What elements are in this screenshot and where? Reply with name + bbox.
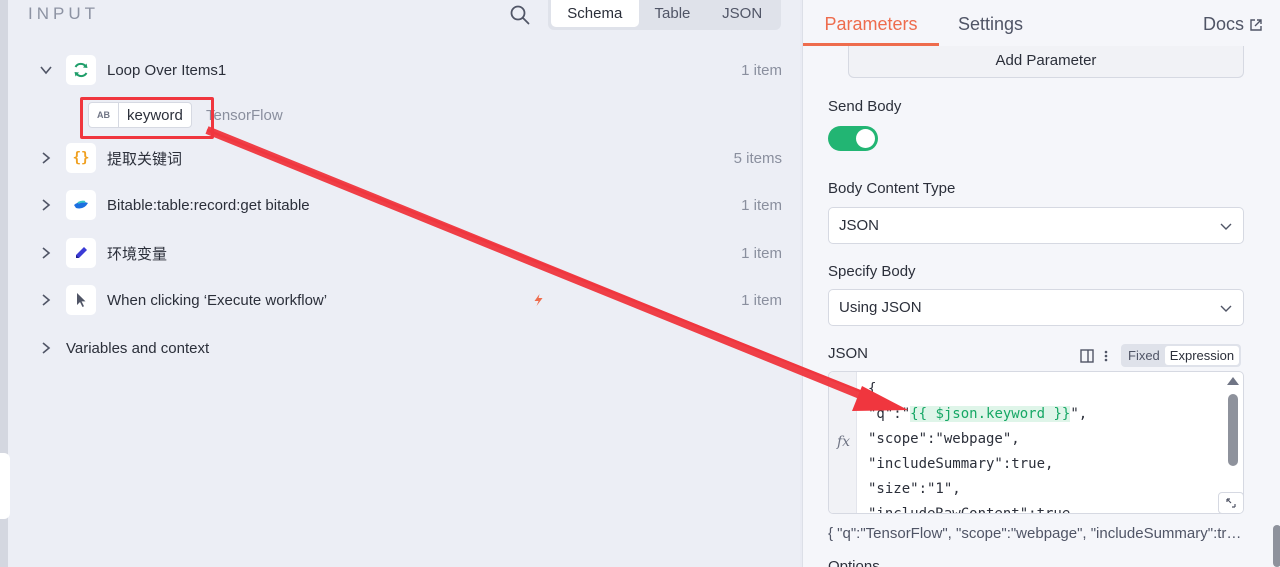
node-row-extract-keywords[interactable]: {} 提取关键词 5 items	[38, 140, 782, 176]
options-label: Options	[828, 558, 880, 567]
code-braces-icon: {}	[66, 143, 96, 173]
node-row-bitable[interactable]: Bitable:table:record:get bitable 1 item	[38, 187, 782, 223]
panel-tabs: Parameters Settings Docs	[803, 0, 1280, 46]
tab-parameters[interactable]: Parameters	[803, 14, 939, 46]
expression-token: {{ $json.keyword }}	[910, 406, 1071, 422]
input-panel: INPUT Schema Table JSON Loop Over Items1…	[0, 0, 800, 567]
body-content-type-select[interactable]: JSON	[828, 207, 1244, 244]
code-line: "includeSummary":true,	[868, 456, 1054, 472]
fixed-expression-switch: Fixed Expression	[1121, 344, 1242, 367]
external-link-icon	[1250, 18, 1262, 31]
docs-label: Docs	[1203, 14, 1245, 34]
node-label: Loop Over Items1	[107, 61, 227, 79]
select-value: JSON	[839, 217, 880, 234]
chevron-down-icon	[1220, 305, 1232, 312]
chevron-right-icon[interactable]	[38, 245, 54, 261]
scroll-up-arrow[interactable]	[1227, 377, 1239, 385]
keyword-field-value: TensorFlow	[206, 107, 283, 124]
panel-scrollbar[interactable]	[1273, 525, 1280, 567]
tab-settings[interactable]: Settings	[958, 14, 1023, 35]
search-icon[interactable]	[509, 4, 531, 26]
expand-editor-button[interactable]	[1218, 492, 1243, 513]
parameters-panel: Parameters Settings Docs Add Parameter S…	[802, 0, 1280, 567]
tab-json[interactable]: JSON	[706, 0, 778, 27]
fx-icon: fx	[837, 434, 851, 450]
node-count: 5 items	[733, 149, 782, 167]
chevron-right-icon[interactable]	[38, 150, 54, 166]
node-row-manual-trigger[interactable]: When clicking ‘Execute workflow’ 1 item	[38, 282, 782, 318]
feishu-icon	[66, 190, 96, 220]
send-body-label: Send Body	[828, 98, 902, 115]
tab-schema[interactable]: Schema	[551, 0, 639, 27]
code-line: "size":"1",	[868, 481, 961, 497]
more-options-icon[interactable]	[1103, 348, 1109, 364]
json-expression-editor[interactable]: fx { "q":"{{ $json.keyword }}", "scope":"w…	[828, 371, 1244, 514]
node-count: 1 item	[741, 244, 782, 262]
chevron-right-icon[interactable]	[38, 340, 54, 356]
view-tabs: Schema Table JSON	[548, 0, 781, 30]
node-count: 1 item	[741, 291, 782, 309]
editor-gutter: fx	[829, 372, 857, 513]
code-content[interactable]: { "q":"{{ $json.keyword }}", "scope":"webp…	[868, 377, 1087, 514]
select-value: Using JSON	[839, 299, 922, 316]
node-label: 提取关键词	[107, 150, 183, 168]
code-text: "q":"	[868, 406, 911, 422]
tab-table[interactable]: Table	[639, 0, 707, 27]
node-count: 1 item	[741, 196, 782, 214]
node-label: When clicking ‘Execute workflow’	[107, 291, 328, 309]
code-text: ",	[1070, 406, 1088, 422]
chevron-down-icon[interactable]	[38, 62, 54, 78]
loop-icon	[66, 55, 96, 85]
body-content-type-label: Body Content Type	[828, 180, 956, 197]
chevron-right-icon[interactable]	[38, 197, 54, 213]
json-label: JSON	[828, 345, 869, 362]
input-title: INPUT	[28, 4, 99, 23]
expression-mode-button[interactable]: Expression	[1164, 346, 1240, 365]
node-count: 1 item	[741, 61, 782, 79]
node-row-env-vars[interactable]: 环境变量 1 item	[38, 235, 782, 271]
variables-context-row[interactable]: Variables and context	[38, 330, 782, 366]
node-row-loop-over-items[interactable]: Loop Over Items1 1 item	[38, 52, 782, 88]
fixed-mode-button[interactable]: Fixed	[1123, 346, 1165, 365]
node-label: Bitable:table:record:get bitable	[107, 196, 310, 214]
annotation-highlight-box	[80, 97, 214, 139]
code-line: "includeRawContent":true	[868, 506, 1071, 514]
send-body-toggle[interactable]	[828, 126, 878, 151]
variables-context-label: Variables and context	[66, 339, 210, 357]
node-label: 环境变量	[107, 245, 168, 263]
lightning-icon	[534, 294, 543, 306]
json-result-preview: { "q":"TensorFlow", "scope":"webpage", "…	[828, 525, 1246, 542]
split-view-icon[interactable]	[1079, 348, 1095, 364]
code-line: "scope":"webpage",	[868, 431, 1020, 447]
json-tools: Fixed Expression	[1079, 344, 1242, 367]
editor-scrollbar[interactable]	[1228, 394, 1238, 466]
cursor-icon	[66, 285, 96, 315]
docs-link[interactable]: Docs	[1203, 14, 1263, 35]
chevron-down-icon	[1220, 223, 1232, 230]
code-line: "q":"{{ $json.keyword }}",	[868, 402, 1087, 427]
add-parameter-button[interactable]: Add Parameter	[848, 46, 1244, 78]
panel-edge-handle[interactable]	[0, 453, 10, 519]
specify-body-select[interactable]: Using JSON	[828, 289, 1244, 326]
chevron-right-icon[interactable]	[38, 292, 54, 308]
pencil-icon	[66, 238, 96, 268]
code-line: {	[868, 381, 877, 397]
toggle-knob	[856, 129, 875, 148]
expand-icon	[1226, 498, 1236, 508]
specify-body-label: Specify Body	[828, 263, 916, 280]
